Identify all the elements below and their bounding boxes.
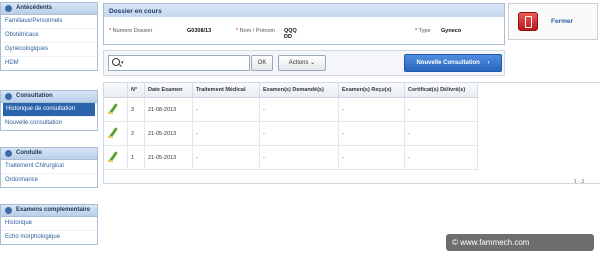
- col-numero[interactable]: N°: [127, 83, 145, 98]
- collapse-icon[interactable]: [5, 5, 12, 12]
- panel-conduite: Conduite Traitement Chirurgical Ordonnan…: [0, 147, 98, 188]
- sidebar-item-historique-consultation[interactable]: Historique de consultation: [3, 103, 95, 117]
- panel-header[interactable]: Conduite: [1, 148, 97, 160]
- sidebar-item-hdm[interactable]: HDM: [1, 57, 97, 70]
- table-header-row: N° Date Examen Traitement Médical Examen…: [104, 83, 478, 98]
- panel-title: Examens complementaire: [16, 207, 91, 213]
- cell-traitement: -: [192, 145, 260, 170]
- cell-certificats: -: [404, 97, 478, 122]
- cell-demandes: -: [259, 121, 339, 146]
- toolbar: ▾ OK Actions ⌄ Nouvelle Consultation ›: [103, 50, 505, 76]
- required-marker: *: [415, 28, 418, 34]
- cell-certificats: -: [404, 145, 478, 170]
- panel-header[interactable]: Examens complementaire: [1, 205, 97, 217]
- field-value: QQQ DD: [284, 28, 297, 40]
- field-label: Type: [418, 28, 431, 34]
- field-type: * Type Gyneco: [415, 28, 461, 34]
- field-numero-dossier: * Numero Dossier G0308/13: [109, 28, 211, 34]
- panel-antecedents: Antécédents Familiaux/Personnels Obstétr…: [0, 2, 98, 71]
- cell-traitement: -: [192, 97, 260, 122]
- table-row: 1 21-05-2013 - - - -: [104, 145, 478, 170]
- sidebar-item-traitement-chirurgical[interactable]: Traitement Chirurgical: [1, 160, 97, 174]
- cell-date: 21-05-2013: [144, 121, 193, 146]
- cell-demandes: -: [259, 97, 339, 122]
- cell-date: 21-05-2013: [144, 145, 193, 170]
- collapse-icon[interactable]: [5, 207, 12, 214]
- col-examens-demandes[interactable]: Examen(s) Demandé(s): [259, 83, 339, 98]
- edit-cell: [104, 145, 128, 170]
- chevron-down-icon: ⌄: [310, 60, 316, 66]
- col-certificats-delivres[interactable]: Certificat(s) Délivré(s): [404, 83, 478, 98]
- actions-button[interactable]: Actions ⌄: [278, 55, 326, 71]
- field-value: G0308/13: [187, 28, 212, 34]
- sidebar-item-nouvelle-consultation[interactable]: Nouvelle consultation: [1, 117, 97, 130]
- col-edit: [104, 83, 128, 98]
- sidebar-item-familiaux[interactable]: Familiaux/Personnels: [1, 15, 97, 29]
- cell-date: 21-08-2013: [144, 97, 193, 122]
- cell-traitement: -: [192, 121, 260, 146]
- dossier-panel: Dossier en cours * Numero Dossier G0308/…: [103, 3, 505, 45]
- edit-cell: [104, 121, 128, 146]
- consultation-table: N° Date Examen Traitement Médical Examen…: [103, 82, 600, 185]
- panel-consultation: Consultation Historique de consultation …: [0, 90, 98, 131]
- fermer-panel: Fermer: [508, 3, 598, 40]
- panel-examens: Examens complementaire Historique Echo m…: [0, 204, 98, 245]
- collapse-icon[interactable]: [5, 150, 12, 157]
- dossier-title: Dossier en cours: [104, 4, 504, 17]
- search-icon[interactable]: [112, 58, 120, 66]
- search-input[interactable]: ▾: [108, 55, 250, 71]
- col-examens-recus[interactable]: Examen(s) Reçu(s): [338, 83, 405, 98]
- sidebar-item-historique[interactable]: Historique: [1, 217, 97, 231]
- chevron-right-icon: ›: [487, 60, 490, 66]
- field-label: Nom / Prénom: [239, 28, 276, 34]
- edit-pencil-icon[interactable]: [107, 151, 117, 163]
- sidebar-item-gynecologiques[interactable]: Gynécologiques: [1, 43, 97, 57]
- watermark: © www.fammech.com: [446, 234, 594, 251]
- ok-button[interactable]: OK: [251, 55, 273, 71]
- field-nom-prenom: * Nom / Prénom QQQ DD: [236, 28, 297, 40]
- edit-pencil-icon[interactable]: [107, 103, 117, 115]
- field-value: Gyneco: [441, 28, 462, 34]
- fermer-link[interactable]: Fermer: [551, 18, 573, 25]
- panel-title: Consultation: [16, 93, 53, 99]
- table-row: 2 21-05-2013 - - - -: [104, 121, 478, 146]
- col-traitement-medical[interactable]: Traitement Médical: [192, 83, 260, 98]
- field-label: Numero Dossier: [112, 28, 153, 34]
- panel-title: Conduite: [16, 150, 42, 156]
- table-row: 3 21-08-2013 - - - -: [104, 97, 478, 122]
- required-marker: *: [109, 28, 112, 34]
- panel-title: Antécédents: [16, 5, 53, 11]
- pagination-info: 1 - 3: [574, 179, 585, 185]
- cell-recus: -: [338, 97, 405, 122]
- cell-recus: -: [338, 145, 405, 170]
- cell-numero: 3: [127, 97, 145, 122]
- collapse-icon[interactable]: [5, 93, 12, 100]
- cell-recus: -: [338, 121, 405, 146]
- col-date-examen[interactable]: Date Examen: [144, 83, 193, 98]
- cell-numero: 2: [127, 121, 145, 146]
- new-button-label: Nouvelle Consultation: [416, 60, 480, 66]
- actions-label: Actions: [288, 60, 309, 66]
- sidebar-item-ordonnance[interactable]: Ordonnance: [1, 174, 97, 187]
- cell-certificats: -: [404, 121, 478, 146]
- cell-demandes: -: [259, 145, 339, 170]
- chevron-down-icon[interactable]: ▾: [121, 60, 124, 66]
- sidebar-item-echo-morphologique[interactable]: Echo morphologique: [1, 231, 97, 244]
- cell-numero: 1: [127, 145, 145, 170]
- edit-cell: [104, 97, 128, 122]
- panel-header[interactable]: Consultation: [1, 91, 97, 103]
- sidebar-item-obstetricaux[interactable]: Obstétricaux: [1, 29, 97, 43]
- edit-pencil-icon[interactable]: [107, 127, 117, 139]
- required-marker: *: [236, 28, 239, 34]
- nouvelle-consultation-button[interactable]: Nouvelle Consultation ›: [404, 54, 502, 72]
- panel-header[interactable]: Antécédents: [1, 3, 97, 15]
- exit-door-icon[interactable]: [518, 12, 538, 31]
